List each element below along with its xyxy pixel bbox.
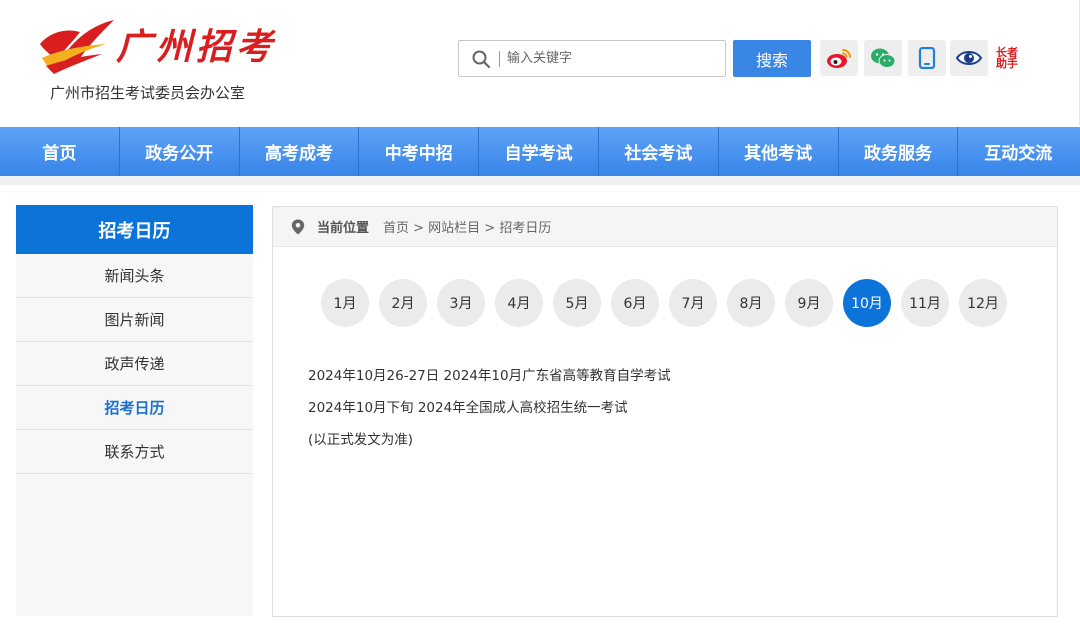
search-input[interactable]	[507, 42, 717, 75]
nav-item-home[interactable]: 首页	[0, 127, 120, 176]
breadcrumb: 当前位置 首页 > 网站栏目 > 招考日历	[273, 207, 1057, 247]
breadcrumb-path[interactable]: 首页 > 网站栏目 > 招考日历	[383, 217, 551, 236]
accessibility-button[interactable]	[950, 40, 988, 76]
month-button-5[interactable]: 5月	[553, 279, 601, 327]
month-button-4[interactable]: 4月	[495, 279, 543, 327]
weibo-icon	[827, 49, 851, 68]
event-list: 2024年10月26-27日 2024年10月广东省高等教育自学考试 2024年…	[308, 367, 671, 463]
mobile-icon	[918, 47, 936, 69]
sidebar-item-photo-news[interactable]: 图片新闻	[16, 298, 253, 342]
breadcrumb-label: 当前位置	[317, 221, 370, 236]
nav-item-other-exam[interactable]: 其他考试	[719, 127, 839, 176]
logo-script-text: 广州招考	[116, 26, 277, 68]
sidebar-item-headlines[interactable]: 新闻头条	[16, 254, 253, 298]
event-item: 2024年10月26-27日 2024年10月广东省高等教育自学考试	[308, 368, 671, 384]
event-note: (以正式发文为准)	[308, 432, 414, 448]
wechat-button[interactable]	[864, 40, 902, 76]
nav-divider	[0, 176, 1080, 185]
month-button-2[interactable]: 2月	[379, 279, 427, 327]
month-selector: 1月 2月 3月 4月 5月 6月 7月 8月 9月 10月 11月 12月	[321, 279, 1017, 327]
sidebar-item-exam-calendar[interactable]: 招考日历	[16, 386, 253, 430]
elder-assistant-button[interactable]: 长者 助手	[988, 40, 1026, 76]
elder-assistant-line2: 助手	[996, 57, 1018, 70]
nav-item-gov-affairs[interactable]: 政务公开	[120, 127, 240, 176]
search-icon	[472, 50, 491, 69]
sidebar-title: 招考日历	[16, 205, 253, 254]
content-panel: 当前位置 首页 > 网站栏目 > 招考日历 1月 2月 3月 4月 5月 6月 …	[272, 206, 1058, 617]
site-header: 广州招考 广州市招生考试委员会办公室 搜索	[0, 0, 1080, 126]
event-item: 2024年10月下旬 2024年全国成人高校招生统一考试	[308, 400, 628, 416]
month-button-7[interactable]: 7月	[669, 279, 717, 327]
site-logo[interactable]: 广州招考 广州市招生考试委员会办公室	[36, 10, 286, 110]
sidebar-item-gov-voice[interactable]: 政声传递	[16, 342, 253, 386]
location-pin-icon	[291, 219, 305, 234]
nav-item-gov-service[interactable]: 政务服务	[839, 127, 959, 176]
nav-item-interaction[interactable]: 互动交流	[958, 127, 1078, 176]
weibo-button[interactable]	[820, 40, 858, 76]
month-button-12[interactable]: 12月	[959, 279, 1007, 327]
month-button-11[interactable]: 11月	[901, 279, 949, 327]
wechat-icon	[871, 48, 896, 68]
elder-assistant-icon: 长者 助手	[996, 47, 1018, 69]
sidebar: 招考日历 新闻头条 图片新闻 政声传递 招考日历 联系方式	[16, 205, 253, 616]
eye-icon	[955, 51, 983, 65]
main-nav: 首页 政务公开 高考成考 中考中招 自学考试 社会考试 其他考试 政务服务 互动…	[0, 127, 1080, 176]
search-box	[458, 40, 726, 77]
nav-item-social-exam[interactable]: 社会考试	[599, 127, 719, 176]
nav-item-self-study-exam[interactable]: 自学考试	[479, 127, 599, 176]
month-button-8[interactable]: 8月	[727, 279, 775, 327]
search-button[interactable]: 搜索	[733, 40, 811, 77]
month-button-1[interactable]: 1月	[321, 279, 369, 327]
logo-subtitle: 广州市招生考试委员会办公室	[50, 84, 246, 102]
month-button-9[interactable]: 9月	[785, 279, 833, 327]
month-button-6[interactable]: 6月	[611, 279, 659, 327]
mobile-button[interactable]	[908, 40, 946, 76]
sidebar-item-contact[interactable]: 联系方式	[16, 430, 253, 474]
search-separator	[499, 51, 500, 67]
month-button-3[interactable]: 3月	[437, 279, 485, 327]
page: 广州招考 广州市招生考试委员会办公室 搜索	[0, 0, 1080, 626]
month-button-10[interactable]: 10月	[843, 279, 891, 327]
nav-item-college-exam[interactable]: 高考成考	[240, 127, 360, 176]
logo-flag-icon	[40, 20, 114, 74]
nav-item-high-school-exam[interactable]: 中考中招	[359, 127, 480, 176]
